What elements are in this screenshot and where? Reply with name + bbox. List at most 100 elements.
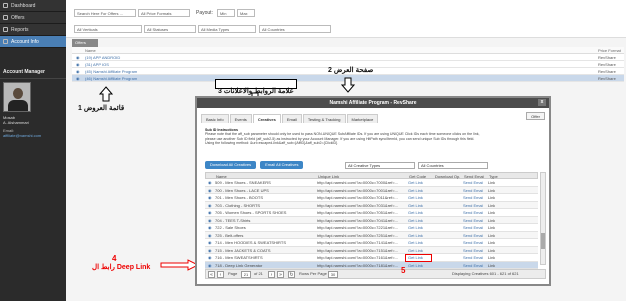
payout-max-input[interactable]: Max [237, 9, 255, 17]
eye-icon[interactable]: ◉ [208, 195, 212, 200]
offer-name-link[interactable]: (31) APP IOS [85, 62, 109, 67]
table-row[interactable]: ◉ 716 - Men SWEATSHIRTS http://api.namshi.… [205, 254, 538, 262]
get-link-button[interactable]: Get Link [408, 240, 423, 245]
sidebar-item-reports[interactable]: Reports [0, 24, 66, 36]
unique-link-field[interactable]: http://api.namshi.com/?a=0000c=7011&ref=… [317, 195, 407, 200]
eye-icon[interactable]: ◉ [208, 210, 212, 215]
table-row[interactable]: ◉ 701 - Men Shoes - BOOTS http://api.namsh… [205, 194, 538, 202]
vertical-select[interactable]: All Verticals [74, 25, 142, 33]
unique-link-field[interactable]: http://api.namshi.com/?a=0000c=7051&ref=… [317, 210, 407, 215]
creative-type-select[interactable]: All Creative Types [345, 162, 415, 169]
header-name[interactable]: Name [85, 48, 96, 53]
table-row[interactable]: ◉ 718 - Deep Link Generator http://api.nam… [205, 261, 538, 269]
table-row[interactable]: ◉ 725 - Belt-offers http://api.namshi.com/… [205, 231, 538, 239]
prev-page-icon[interactable]: ‹ [217, 271, 224, 278]
eye-icon[interactable]: ◉ [208, 188, 212, 193]
send-email-link[interactable]: Send Email [463, 233, 483, 238]
eye-icon[interactable]: ◉ [76, 69, 80, 74]
payout-min-input[interactable]: Min [217, 9, 235, 17]
creative-country-select[interactable]: All Countries [418, 162, 488, 169]
sidebar-item-offers[interactable]: Offers [0, 12, 66, 24]
media-type-select[interactable]: All Media Types [198, 25, 256, 33]
page-input[interactable]: 21 [241, 271, 251, 278]
send-email-link[interactable]: Send Email [463, 263, 483, 268]
first-page-icon[interactable]: « [208, 271, 215, 278]
unique-link-field[interactable]: http://api.namshi.com/?a=0000c=7000&ref=… [317, 180, 407, 185]
table-row[interactable]: ◉ 700 - Men Shoes - LACE UPS http://api.na… [205, 186, 538, 194]
header-price-format[interactable]: Price Format [598, 48, 621, 53]
eye-icon[interactable]: ◉ [76, 76, 80, 81]
offer-name-link[interactable]: (46) Namshi Affiliate Program [85, 76, 137, 81]
get-link-button[interactable]: Get Link [408, 180, 423, 185]
email-all-creatives-button[interactable]: Email All Creatives [260, 161, 304, 169]
table-row[interactable]: ◉ (19) APP ANDROID RevShare [72, 54, 624, 61]
sidebar-item-dashboard[interactable]: Dashboard [0, 0, 66, 12]
get-link-button[interactable]: Get Link [408, 188, 423, 193]
unique-link-field[interactable]: http://api.namshi.com/?a=0000c=7031&ref=… [317, 203, 407, 208]
table-row[interactable]: ◉ 705 - Women Shoes - SPORTS SHOES http://… [205, 209, 538, 217]
unique-link-field[interactable]: http://api.namshi.com/?a=0000c=7221&ref=… [317, 225, 407, 230]
rows-per-page-select[interactable]: 30 [328, 271, 338, 278]
table-row[interactable]: ◉ 714 - Men HOODIES & SWEATSHIRTS http://a… [205, 239, 538, 247]
send-email-link[interactable]: Send Email [463, 255, 483, 260]
unique-link-field[interactable]: http://api.namshi.com/?a=0000c=7161&ref=… [317, 255, 407, 260]
offer-button[interactable]: Offer [526, 112, 545, 120]
sidebar-item-account-info[interactable]: Account Info [0, 36, 66, 48]
status-select[interactable]: All Statuses [144, 25, 196, 33]
eye-icon[interactable]: ◉ [208, 233, 212, 238]
tab-testing-tracking[interactable]: Testing & Tracking [302, 114, 346, 123]
eye-icon[interactable]: ◉ [208, 218, 212, 223]
unique-link-field[interactable]: http://api.namshi.com/?a=0000c=7041&ref=… [317, 218, 407, 223]
get-link-button[interactable]: Get Link [408, 210, 423, 215]
scrollbar-thumb[interactable] [541, 233, 545, 249]
tab-email[interactable]: Email [281, 114, 302, 123]
send-email-link[interactable]: Send Email [463, 225, 483, 230]
send-email-link[interactable]: Send Email [463, 248, 483, 253]
eye-icon[interactable]: ◉ [76, 62, 80, 67]
send-email-link[interactable]: Send Email [463, 218, 483, 223]
unique-link-field[interactable]: http://api.namshi.com/?a=0000c=7001&ref=… [317, 188, 407, 193]
table-row[interactable]: ◉ 704 - TEES T-Shirts http://api.namshi.co… [205, 216, 538, 224]
search-offers-input[interactable]: Search Here For Offers ... [74, 9, 136, 17]
get-link-button[interactable]: Get Link [408, 263, 423, 268]
send-email-link[interactable]: Send Email [463, 240, 483, 245]
price-format-select[interactable]: All Price Formats [138, 9, 190, 17]
tab-events[interactable]: Events [229, 114, 252, 123]
eye-icon[interactable]: ◉ [208, 240, 212, 245]
last-page-icon[interactable]: » [277, 271, 284, 278]
table-row[interactable]: ◉ 703 - Clothing - SHORTS http://api.namsh… [205, 201, 538, 209]
eye-icon[interactable]: ◉ [208, 203, 212, 208]
eye-icon[interactable]: ◉ [208, 180, 212, 185]
get-link-button[interactable]: Get Link [408, 233, 423, 238]
country-select[interactable]: All Countries [259, 25, 331, 33]
send-email-link[interactable]: Send Email [463, 210, 483, 215]
get-link-button[interactable]: Get Link [408, 218, 423, 223]
eye-icon[interactable]: ◉ [208, 225, 212, 230]
eye-icon[interactable]: ◉ [76, 55, 80, 60]
send-email-link[interactable]: Send Email [463, 203, 483, 208]
close-icon[interactable]: x [538, 99, 546, 106]
unique-link-field[interactable]: http://api.namshi.com/?a=0000c=7181&ref=… [317, 263, 407, 268]
table-row[interactable]: ◉ 715 - Men JACKETS & COATS http://api.nam… [205, 246, 538, 254]
tab-offers[interactable]: Offers [72, 39, 98, 47]
eye-icon[interactable]: ◉ [208, 255, 212, 260]
tab-creatives[interactable]: Creatives [252, 114, 281, 123]
table-row[interactable]: ◉ 722 - Sale Shoes http://api.namshi.com/?… [205, 224, 538, 232]
send-email-link[interactable]: Send Email [463, 195, 483, 200]
get-link-button[interactable]: Get Link [408, 248, 423, 253]
scrollbar[interactable] [540, 172, 546, 265]
unique-link-field[interactable]: http://api.namshi.com/?a=0000c=7251&ref=… [317, 233, 407, 238]
manager-email-link[interactable]: affiliate@namshi.com [0, 133, 66, 138]
send-email-link[interactable]: Send Email [463, 188, 483, 193]
unique-link-field[interactable]: http://api.namshi.com/?a=0000c=7141&ref=… [317, 240, 407, 245]
eye-icon[interactable]: ◉ [208, 248, 212, 253]
unique-link-field[interactable]: http://api.namshi.com/?a=0000c=7151&ref=… [317, 248, 407, 253]
tab-marketplace[interactable]: Marketplace [346, 114, 379, 123]
get-link-button[interactable]: Get Link [408, 203, 423, 208]
get-link-button[interactable]: Get Link [408, 195, 423, 200]
tab-basic-info[interactable]: Basic Info [201, 114, 229, 123]
eye-icon[interactable]: ◉ [208, 263, 212, 268]
send-email-link[interactable]: Send Email [463, 180, 483, 185]
offer-name-link[interactable]: (45) Namshi Affiliate Program [85, 69, 137, 74]
download-all-creatives-button[interactable]: Download All Creatives [205, 161, 257, 169]
